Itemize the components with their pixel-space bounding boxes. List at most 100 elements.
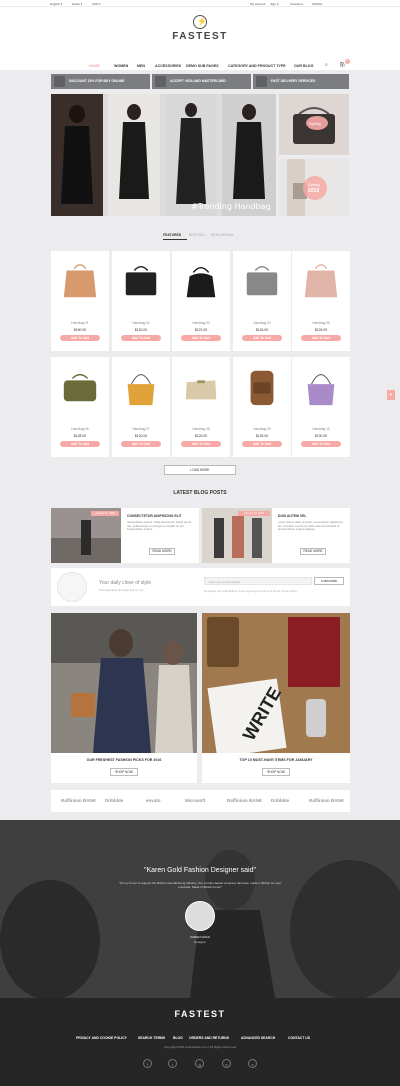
blog-post-2-read-more[interactable]: READ MORE — [300, 548, 326, 555]
tab-featured[interactable]: FEATURED — [163, 233, 181, 237]
add-to-cart-button[interactable]: Add To Cart — [242, 441, 282, 447]
product-name[interactable]: Handbag 10 — [292, 427, 350, 431]
product-name[interactable]: Handbag 03 — [172, 321, 230, 325]
nav-men[interactable]: MEN — [137, 64, 145, 68]
blog-post-2: January 20, 2016 DUIS AUTEM VEL Lorem ip… — [202, 508, 350, 563]
load-more-button[interactable]: LOAD MORE — [164, 465, 236, 475]
nav-demo-sub-pages[interactable]: DEMO SUB PAGES — [186, 64, 219, 68]
promo-visa-label: ACCEPT VISA AND MASTERCARD — [170, 79, 226, 83]
twitter-icon[interactable]: t — [168, 1059, 177, 1068]
must-have-shop-now[interactable]: SHOP NOW — [262, 768, 290, 776]
search-icon[interactable]: ⌕ — [325, 62, 328, 68]
site-logo[interactable]: FASTEST — [170, 31, 230, 42]
newsletter-subtitle: The latest look and style just for you — [99, 588, 144, 592]
blog-post-2-title[interactable]: DUIS AUTEM VEL — [278, 514, 307, 518]
add-to-cart-button[interactable]: Add To Cart — [301, 441, 341, 447]
pinterest-icon[interactable]: p — [222, 1059, 231, 1068]
product-card[interactable]: Handbag 06 $128.00 Add To Cart — [51, 357, 109, 457]
newsletter-email-input[interactable]: Enter your email address — [204, 577, 312, 585]
product-name[interactable]: Handbag 05 — [292, 321, 350, 325]
blog-post-1-excerpt: Suspendisse potenti. Nulla elementum. Mo… — [127, 520, 192, 532]
add-to-cart-button[interactable]: Add To Cart — [60, 441, 100, 447]
add-to-cart-button[interactable]: Add To Cart — [121, 335, 161, 341]
footer-link-contact[interactable]: CONTACT US — [288, 1036, 310, 1040]
must-have-image: WRITE — [202, 613, 350, 758]
wishlist-link[interactable]: Wishlist — [312, 2, 322, 6]
brand-logo-5[interactable]: Raffinium BANK — [227, 798, 262, 803]
footer-link-blog[interactable]: BLOG — [173, 1036, 183, 1040]
brand-logo-4[interactable]: Microsoft — [185, 798, 205, 803]
add-to-cart-button[interactable]: Add To Cart — [181, 441, 221, 447]
blog-post-1-image — [51, 508, 121, 563]
nav-home[interactable]: HOME — [89, 64, 100, 68]
fashion-picks-shop-now[interactable]: SHOP NOW — [110, 768, 138, 776]
add-to-cart-button[interactable]: Add To Cart — [301, 335, 341, 341]
currency-select[interactable]: Dollar ▾ — [72, 2, 82, 6]
discount-icon — [54, 76, 65, 87]
blog-post-1-read-more[interactable]: READ MORE — [149, 548, 175, 555]
product-image — [250, 370, 274, 406]
checkout-link[interactable]: Checkout — [290, 2, 303, 6]
product-price: $120.00 — [134, 328, 148, 332]
product-card[interactable]: Handbag 07 $120.00 Add To Cart — [112, 357, 170, 457]
feature-fashion-picks[interactable]: OUR FRESHEST FASHION PICKS FOR 2016 SHOP… — [51, 613, 197, 783]
footer-logo[interactable]: FASTEST — [170, 1009, 230, 1019]
add-to-cart-button[interactable]: Add To Cart — [181, 335, 221, 341]
hero-spring-card[interactable]: Spring — [279, 94, 349, 155]
twitter-glyph: t — [172, 1061, 174, 1067]
product-card[interactable]: Handbag 05 $126.00 Add To Cart — [292, 251, 350, 351]
footer-link-orders[interactable]: ORDERS AND RETURNS — [189, 1036, 229, 1040]
product-name[interactable]: Handbag 08 — [172, 427, 230, 431]
brand-logo-1[interactable]: Raffinium BANK — [61, 798, 96, 803]
product-card[interactable]: Handbag 09 $125.00 Add To Cart — [233, 357, 291, 457]
brand-logo-3[interactable]: envato — [146, 798, 161, 803]
product-card[interactable]: Handbag 03 $122.00 Add To Cart — [172, 251, 230, 351]
spring-label: Spring — [309, 121, 321, 126]
nav-accessories[interactable]: ACCESSORIES — [155, 64, 181, 68]
nav-blog[interactable]: OUR BLOG — [294, 64, 313, 68]
footer-link-privacy[interactable]: PRIVACY AND COOKIE POLICY — [76, 1036, 127, 1040]
hero-spring2016-card[interactable]: Spring 2016 — [279, 159, 349, 216]
nav-category[interactable]: CATEGORY AND PRODUCT TYPE — [228, 64, 286, 68]
product-card[interactable]: Handbag 01 $150.00 Add To Cart — [51, 251, 109, 351]
add-to-cart-button[interactable]: Add To Cart — [60, 335, 100, 341]
side-settings-tab[interactable]: ⚙ — [387, 390, 395, 400]
product-name[interactable]: Handbag 07 — [112, 427, 170, 431]
tab-new-arrival[interactable]: NEW ARRIVAL — [211, 233, 234, 237]
blog-post-2-image — [202, 508, 272, 563]
add-to-cart-button[interactable]: Add To Cart — [242, 335, 282, 341]
currency-code-select[interactable]: USD ▾ — [92, 2, 101, 6]
product-card[interactable]: Handbag 08 $120.00 Add To Cart — [172, 357, 230, 457]
product-card[interactable]: Handbag 02 $120.00 Add To Cart — [112, 251, 170, 351]
language-select[interactable]: English ▾ — [50, 2, 62, 6]
brand-logo-6[interactable]: Dribbble — [271, 798, 289, 803]
logo-icon: ⚡ — [193, 15, 207, 29]
product-price: $130.00 — [314, 434, 328, 438]
nav-women[interactable]: WOMEN — [114, 64, 128, 68]
cart-icon[interactable]: 🛍 — [339, 62, 345, 68]
add-to-cart-button[interactable]: Add To Cart — [121, 441, 161, 447]
my-account-link[interactable]: My account — [250, 2, 265, 6]
feature-must-have[interactable]: WRITE TOP 10 MUST-HAVE ITEMS FOR JANUARY… — [202, 613, 350, 783]
tab-bestsell[interactable]: BESTSELL — [189, 233, 206, 237]
vimeo-icon[interactable]: v — [248, 1059, 257, 1068]
footer-link-advanced-search[interactable]: ADVANCED SEARCH — [241, 1036, 275, 1040]
product-card[interactable]: Handbag 10 $130.00 Add To Cart — [292, 357, 350, 457]
brand-logo-7[interactable]: Raffinium BANK — [309, 798, 344, 803]
product-name[interactable]: Handbag 01 — [51, 321, 109, 325]
hero-banner[interactable]: #Trending Handbag — [51, 94, 276, 216]
google-icon[interactable]: g — [195, 1059, 204, 1068]
product-name[interactable]: Handbag 04 — [233, 321, 291, 325]
sign-in-link[interactable]: Sign in — [270, 2, 279, 6]
brand-logo-2[interactable]: Dribbble — [105, 798, 123, 803]
product-image — [304, 264, 338, 298]
subscribe-button[interactable]: SUBSCRIBE — [314, 577, 344, 585]
testimonial-avatar — [185, 901, 215, 931]
product-card[interactable]: Handbag 04 $126.00 Add To Cart — [233, 251, 291, 351]
product-name[interactable]: Handbag 09 — [233, 427, 291, 431]
blog-post-1-title[interactable]: CONSECTETUR ADIPISCING ELIT — [127, 514, 182, 518]
footer-link-search-terms[interactable]: SEARCH TERMS — [138, 1036, 165, 1040]
product-name[interactable]: Handbag 02 — [112, 321, 170, 325]
facebook-icon[interactable]: f — [143, 1059, 152, 1068]
product-name[interactable]: Handbag 06 — [51, 427, 109, 431]
